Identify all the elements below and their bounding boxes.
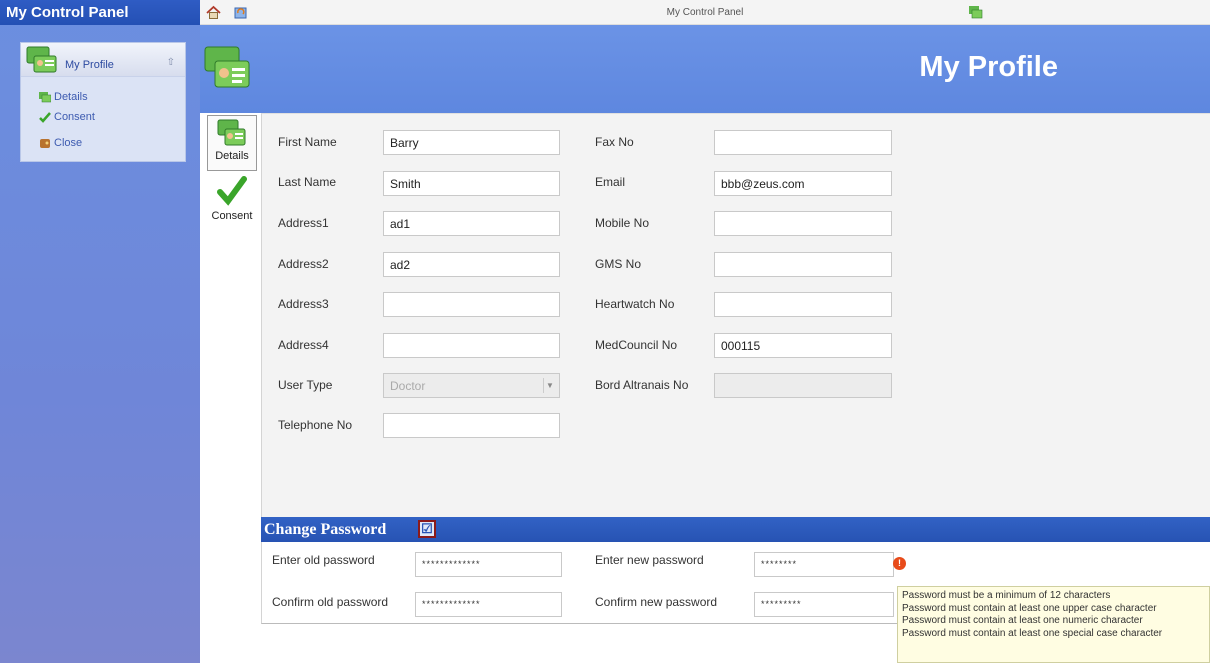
address2-field[interactable]: ad2 xyxy=(383,252,560,277)
sidebar: My Control Panel My Profile ⇧ Details Co… xyxy=(0,0,200,663)
checkmark-icon xyxy=(217,176,247,206)
first-name-label: First Name xyxy=(278,135,337,149)
email-label: Email xyxy=(595,175,626,189)
gms-field[interactable] xyxy=(714,252,892,277)
gms-label: GMS No xyxy=(595,257,642,271)
confirm-new-password-input[interactable]: ********* xyxy=(754,592,894,617)
last-name-label: Last Name xyxy=(278,175,337,189)
tab-column: Details Consent xyxy=(200,113,259,663)
change-password-title: Change Password xyxy=(264,521,387,538)
checkmark-icon xyxy=(39,111,51,123)
user-type-value: Doctor xyxy=(390,379,426,393)
chevron-down-icon: ▼ xyxy=(543,378,556,393)
close-icon xyxy=(40,138,50,148)
profile-cards-icon xyxy=(26,46,57,73)
password-rule: Password must contain at least one numer… xyxy=(902,615,1143,626)
password-rule: Password must be a minimum of 12 charact… xyxy=(902,590,1111,601)
mobile-field[interactable] xyxy=(714,211,892,236)
first-name-field[interactable]: Barry xyxy=(383,130,560,155)
change-password-panel: Enter old password ************* Confirm… xyxy=(261,542,897,624)
user-type-select: Doctor ▼ xyxy=(383,373,560,398)
page-title: My Profile xyxy=(919,51,1058,83)
enter-old-password-label: Enter old password xyxy=(272,553,375,567)
last-name-field[interactable]: Smith xyxy=(383,171,560,196)
tab-details[interactable]: Details xyxy=(207,115,257,171)
password-rule: Password must contain at least one speci… xyxy=(902,627,1163,639)
window-title: My Control Panel xyxy=(666,7,744,18)
profile-panel: My Profile ⇧ Details Consent Close xyxy=(20,42,186,162)
new-password-input[interactable]: ******** xyxy=(754,552,894,577)
tab-consent[interactable]: Consent xyxy=(207,175,257,229)
sidebar-item-label: Close xyxy=(54,137,83,149)
address1-field[interactable]: ad1 xyxy=(383,211,560,236)
profile-form: First Name Barry Last Name Smith Address… xyxy=(261,113,1210,517)
sidebar-item-details[interactable]: Details xyxy=(39,91,88,103)
fax-label: Fax No xyxy=(595,135,634,149)
user-type-label: User Type xyxy=(278,378,333,392)
confirm-old-password-input[interactable]: ************* xyxy=(415,592,562,617)
tab-label: Consent xyxy=(211,210,253,222)
sidebar-item-label: Consent xyxy=(54,111,95,123)
profile-header-icon xyxy=(204,46,250,88)
bord-altranais-field xyxy=(714,373,892,398)
password-rule: Password must contain at least one upper… xyxy=(902,602,1157,614)
address3-label: Address3 xyxy=(278,297,329,311)
address2-label: Address2 xyxy=(278,257,329,271)
telephone-field[interactable] xyxy=(383,413,560,438)
password-rules-tooltip: Password must be a minimum of 12 charact… xyxy=(897,586,1210,663)
enter-new-password-label: Enter new password xyxy=(595,553,704,567)
medcouncil-label: MedCouncil No xyxy=(595,338,678,352)
mobile-label: Mobile No xyxy=(595,216,650,230)
email-field[interactable]: bbb@zeus.com xyxy=(714,171,892,196)
change-password-checkbox[interactable]: ☑ xyxy=(418,520,436,538)
heartwatch-label: Heartwatch No xyxy=(595,297,675,311)
sidebar-item-label: Details xyxy=(54,91,88,103)
address3-field[interactable] xyxy=(383,292,560,317)
telephone-label: Telephone No xyxy=(278,418,353,432)
warning-icon[interactable]: ! xyxy=(893,557,906,570)
tab-label: Details xyxy=(215,150,249,162)
top-toolbar: My Control Panel xyxy=(200,0,1210,25)
page-header: My Profile xyxy=(200,25,1210,113)
heartwatch-field[interactable] xyxy=(714,292,892,317)
confirm-old-password-label: Confirm old password xyxy=(272,595,389,609)
details-icon xyxy=(217,119,246,146)
address1-label: Address1 xyxy=(278,216,329,230)
address4-field[interactable] xyxy=(383,333,560,358)
sidebar-item-consent[interactable]: Consent xyxy=(39,111,95,123)
old-password-input[interactable]: ************* xyxy=(415,552,562,577)
profile-panel-header[interactable]: My Profile ⇧ xyxy=(21,43,185,77)
collapse-icon[interactable]: ⇧ xyxy=(167,57,175,68)
address4-label: Address4 xyxy=(278,338,329,352)
medcouncil-field[interactable]: 000115 xyxy=(714,333,892,358)
confirm-new-password-label: Confirm new password xyxy=(595,595,718,609)
sidebar-title: My Control Panel xyxy=(0,0,200,25)
sidebar-item-close[interactable]: Close xyxy=(39,137,82,149)
fax-field[interactable] xyxy=(714,130,892,155)
bord-altranais-label: Bord Altranais No xyxy=(595,378,689,392)
details-icon xyxy=(39,91,51,102)
change-password-header: Change Password ☑ xyxy=(261,517,1210,542)
profile-small-icon[interactable] xyxy=(968,5,983,20)
profile-panel-label: My Profile xyxy=(65,59,114,71)
